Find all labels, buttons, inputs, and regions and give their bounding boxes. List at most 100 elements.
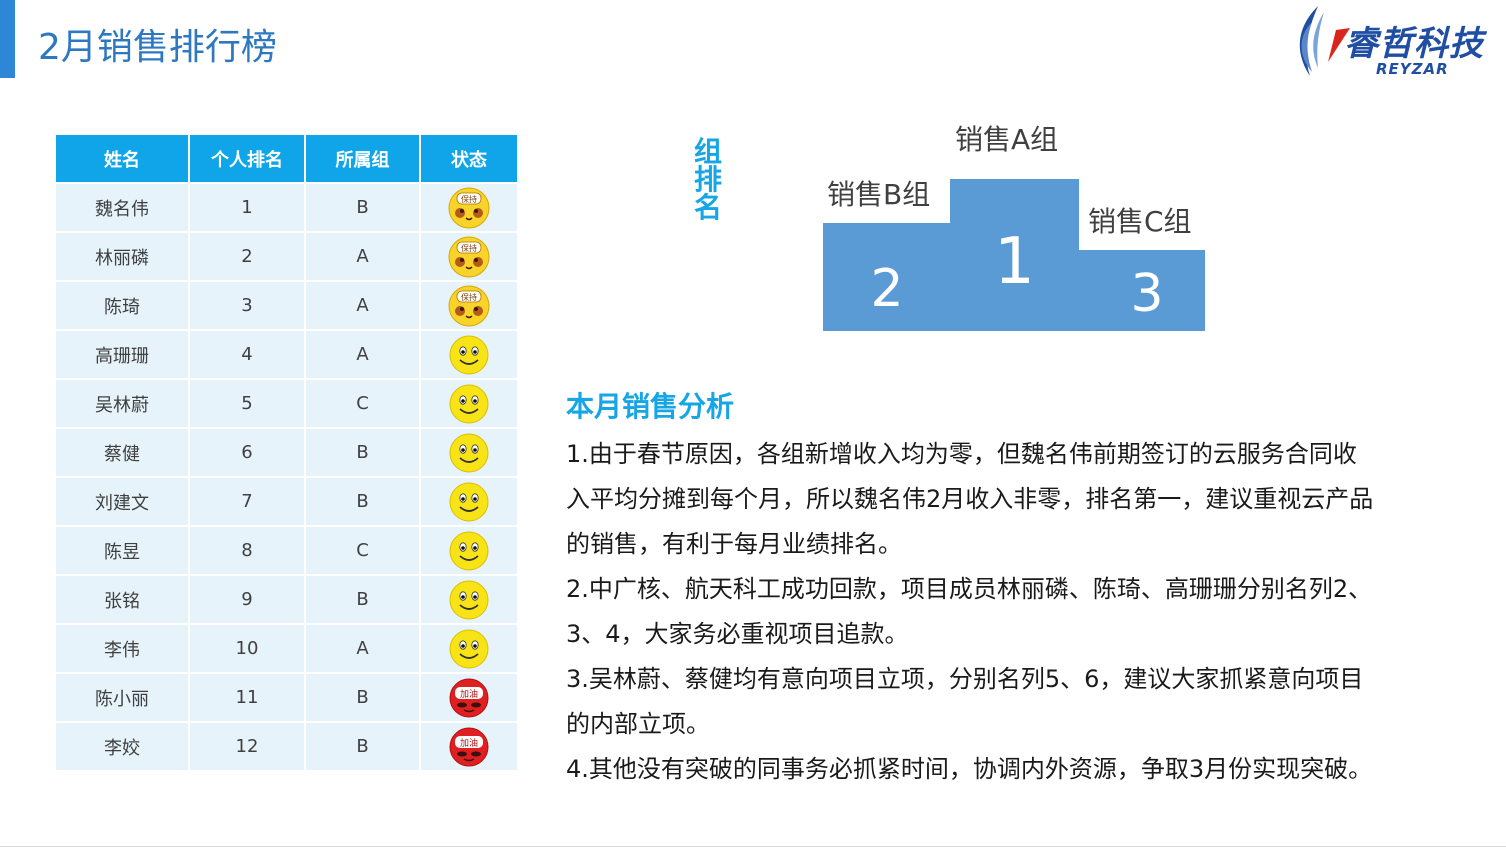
smiley-face-icon bbox=[449, 629, 489, 668]
podium-third-place: 3 bbox=[1130, 264, 1164, 324]
header-status: 状态 bbox=[419, 133, 519, 184]
logo-subtitle: REYZAR bbox=[1376, 60, 1449, 78]
cell-status: 加油 bbox=[419, 672, 519, 723]
table-row: 陈小丽 11 B 加油 bbox=[54, 672, 519, 723]
svg-text:加油: 加油 bbox=[460, 737, 478, 749]
header-name: 姓名 bbox=[54, 133, 190, 184]
keep-it-up-emoji-icon: 保持 bbox=[448, 285, 490, 326]
cell-name: 蔡健 bbox=[54, 427, 190, 478]
cell-status bbox=[419, 476, 519, 527]
header-rank: 个人排名 bbox=[188, 133, 306, 184]
cell-group: A bbox=[304, 623, 421, 674]
cheer-up-emoji-icon: 加油 bbox=[449, 727, 489, 766]
table-row: 林丽磷 2 A 保持 bbox=[54, 231, 519, 282]
table-row: 陈昱 8 C bbox=[54, 525, 519, 576]
cheer-up-emoji-icon: 加油 bbox=[449, 678, 489, 717]
page-title: 2月销售排行榜 bbox=[38, 27, 277, 68]
cell-group: B bbox=[304, 721, 421, 772]
cell-name: 林丽磷 bbox=[54, 231, 190, 282]
table-row: 刘建文 7 B bbox=[54, 476, 519, 527]
cell-rank: 7 bbox=[188, 476, 306, 527]
smiley-face-icon bbox=[449, 335, 489, 374]
cell-rank: 2 bbox=[188, 231, 306, 282]
podium-first-name: 销售A组 bbox=[955, 123, 1059, 156]
cell-group: A bbox=[304, 280, 421, 331]
smiley-face-icon bbox=[449, 482, 489, 521]
cell-rank: 8 bbox=[188, 525, 306, 576]
cell-group: B bbox=[304, 182, 421, 233]
podium-third: 3 bbox=[1078, 250, 1205, 331]
cell-group: C bbox=[304, 378, 421, 429]
podium-first: 1 bbox=[950, 179, 1079, 331]
cell-name: 李姣 bbox=[54, 721, 190, 772]
cell-rank: 12 bbox=[188, 721, 306, 772]
analysis-line: 2.中广核、航天科工成功回款，项目成员林丽磷、陈琦、高珊珊分别名列2、 bbox=[566, 575, 1373, 603]
analysis-line: 3.吴林蔚、蔡健均有意向项目立项，分别名列5、6，建议大家抓紧意向项目 bbox=[566, 665, 1364, 693]
title-accent-bar bbox=[0, 0, 15, 78]
cell-rank: 1 bbox=[188, 182, 306, 233]
cell-name: 高珊珊 bbox=[54, 329, 190, 380]
cell-status: 保持 bbox=[419, 182, 519, 233]
cell-group: B bbox=[304, 672, 421, 723]
table-row: 蔡健 6 B bbox=[54, 427, 519, 478]
svg-text:保持: 保持 bbox=[461, 243, 477, 253]
podium-first-place: 1 bbox=[994, 225, 1035, 299]
cell-rank: 11 bbox=[188, 672, 306, 723]
cell-name: 张铭 bbox=[54, 574, 190, 625]
table-row: 魏名伟 1 B 保持 bbox=[54, 182, 519, 233]
table-header-row: 姓名 个人排名 所属组 状态 bbox=[54, 133, 519, 184]
smiley-face-icon bbox=[449, 433, 489, 472]
company-logo: 睿哲科技 REYZAR bbox=[1288, 2, 1498, 80]
header-group: 所属组 bbox=[304, 133, 421, 184]
analysis-line: 3、4，大家务必重视项目追款。 bbox=[566, 620, 909, 648]
cell-group: C bbox=[304, 525, 421, 576]
cell-status bbox=[419, 329, 519, 380]
cell-name: 李伟 bbox=[54, 623, 190, 674]
cell-group: B bbox=[304, 427, 421, 478]
cell-group: A bbox=[304, 329, 421, 380]
table-row: 陈琦 3 A 保持 bbox=[54, 280, 519, 331]
table-row: 张铭 9 B bbox=[54, 574, 519, 625]
cell-name: 陈琦 bbox=[54, 280, 190, 331]
podium-third-name: 销售C组 bbox=[1088, 205, 1192, 238]
cell-name: 魏名伟 bbox=[54, 182, 190, 233]
cell-group: B bbox=[304, 476, 421, 527]
cell-status bbox=[419, 623, 519, 674]
logo-name: 睿哲科技 bbox=[1344, 24, 1484, 64]
table-row: 吴林蔚 5 C bbox=[54, 378, 519, 429]
table-row: 高珊珊 4 A bbox=[54, 329, 519, 380]
cell-status bbox=[419, 427, 519, 478]
podium-second: 2 bbox=[823, 223, 951, 331]
cell-status bbox=[419, 525, 519, 576]
cell-rank: 4 bbox=[188, 329, 306, 380]
cell-name: 吴林蔚 bbox=[54, 378, 190, 429]
cell-status: 保持 bbox=[419, 231, 519, 282]
cell-rank: 9 bbox=[188, 574, 306, 625]
smiley-face-icon bbox=[449, 580, 489, 619]
cell-group: B bbox=[304, 574, 421, 625]
footer-divider bbox=[0, 846, 1506, 847]
podium-second-place: 2 bbox=[870, 259, 904, 319]
svg-text:加油: 加油 bbox=[460, 688, 478, 700]
analysis-line: 1.由于春节原因，各组新增收入均为零，但魏名伟前期签订的云服务合同收 bbox=[566, 440, 1357, 468]
cell-name: 陈小丽 bbox=[54, 672, 190, 723]
analysis-line: 的内部立项。 bbox=[566, 710, 710, 738]
cell-rank: 3 bbox=[188, 280, 306, 331]
svg-text:保持: 保持 bbox=[461, 292, 477, 302]
analysis-line: 的销售，有利于每月业绩排名。 bbox=[566, 530, 902, 558]
cell-name: 刘建文 bbox=[54, 476, 190, 527]
smiley-face-icon bbox=[449, 384, 489, 423]
analysis-line: 入平均分摊到每个月，所以魏名伟2月收入非零，排名第一，建议重视云产品 bbox=[566, 485, 1374, 513]
cell-rank: 5 bbox=[188, 378, 306, 429]
ranking-table: 姓名 个人排名 所属组 状态 魏名伟 1 B 保持 林丽磷 2 A 保持 陈琦 3 A 保持 高珊珊 4 A… bbox=[54, 133, 519, 772]
cell-status: 保持 bbox=[419, 280, 519, 331]
svg-text:保持: 保持 bbox=[461, 194, 477, 204]
podium-second-name: 销售B组 bbox=[827, 178, 931, 211]
cell-rank: 6 bbox=[188, 427, 306, 478]
table-row: 李姣 12 B 加油 bbox=[54, 721, 519, 772]
cell-status bbox=[419, 574, 519, 625]
smiley-face-icon bbox=[449, 531, 489, 570]
keep-it-up-emoji-icon: 保持 bbox=[448, 236, 490, 277]
table-row: 李伟 10 A bbox=[54, 623, 519, 674]
cell-status: 加油 bbox=[419, 721, 519, 772]
